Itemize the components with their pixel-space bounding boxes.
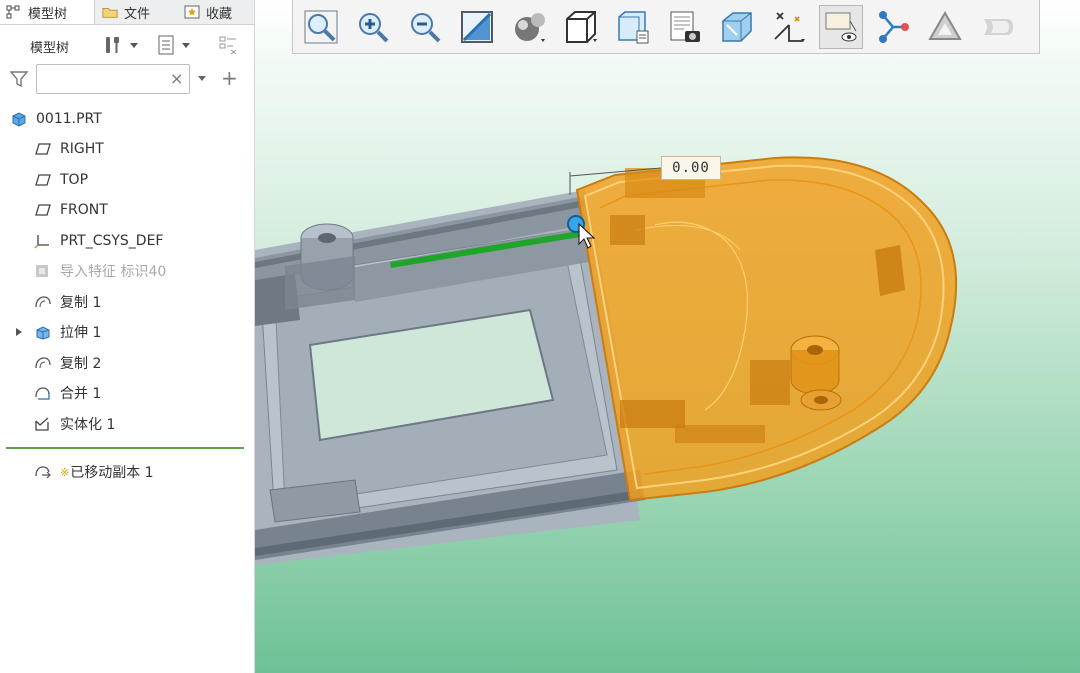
mesh-icon	[928, 10, 962, 40]
folder-icon	[102, 8, 118, 18]
tree-item-label: 复制 2	[60, 356, 102, 372]
model-tree-panel: 模型树 文件 收藏 模型树 × + 0011.PRT RIGHT TOP FRO…	[0, 0, 255, 673]
view-manager-button[interactable]	[611, 5, 655, 49]
tree-item-top[interactable]: TOP	[34, 167, 88, 193]
graphics-toolbar	[292, 0, 1040, 54]
dimension-value-label[interactable]: 0.00	[661, 156, 721, 180]
spin-center-button[interactable]	[871, 5, 915, 49]
repaint-icon	[461, 11, 493, 43]
tree-item-front[interactable]: FRONT	[34, 197, 108, 223]
copy-surface-icon	[35, 296, 51, 308]
graphics-viewport[interactable]: 0.00	[255, 0, 1080, 673]
tree-item-label: TOP	[60, 172, 89, 188]
tree-item-label: FRONT	[60, 202, 108, 218]
moved-copy-icon	[35, 466, 51, 479]
annotation-display-button[interactable]	[819, 5, 863, 49]
datum-display-button[interactable]	[767, 5, 811, 49]
merge-icon	[35, 387, 50, 400]
tree-item-label: PRT_CSYS_DEF	[60, 233, 164, 249]
zoom-out-icon	[411, 13, 441, 43]
tree-item-copy-2[interactable]: 复制 2	[34, 350, 101, 376]
tree-item-label: 拉伸 1	[60, 325, 102, 341]
solidify-icon	[35, 417, 49, 431]
show-icon	[158, 35, 174, 55]
new-item-marker: ※	[60, 465, 70, 479]
tree-filter-bar: × +	[0, 63, 254, 97]
perspective-button[interactable]	[663, 5, 707, 49]
quilt-icon	[983, 19, 1013, 35]
model-tree-icon	[6, 5, 20, 19]
tree-item-label: 合并 1	[60, 386, 102, 402]
zoom-out-button[interactable]	[403, 5, 447, 49]
tree-item-extrude-1[interactable]: 拉伸 1	[16, 319, 101, 345]
copy-surface-icon	[35, 357, 51, 369]
zoom-in-icon	[359, 13, 389, 43]
3d-model-view[interactable]	[255, 0, 1080, 673]
tree-title: 模型树	[30, 41, 70, 56]
tree-filter-settings-button[interactable]	[218, 34, 240, 56]
tree-item-csys[interactable]: PRT_CSYS_DEF	[34, 228, 163, 254]
tree-item-import-feature[interactable]: 导入特征 标识40	[34, 258, 166, 284]
perspective-icon	[670, 11, 700, 42]
datum-plane-icon	[35, 174, 51, 186]
tree-toolbar: 模型树	[0, 28, 254, 62]
tree-item-label: 实体化 1	[60, 417, 116, 433]
tree-item-moved-copy[interactable]: ※ 已移动副本 1	[34, 459, 154, 485]
panel-tabs: 模型树 文件 收藏	[0, 0, 254, 25]
tree-item-part[interactable]: 0011.PRT	[10, 106, 102, 132]
tree-item-label: 导入特征 标识40	[60, 264, 167, 280]
favorites-icon	[184, 5, 200, 19]
display-style-icon	[515, 13, 545, 42]
tree-item-label: 复制 1	[60, 295, 102, 311]
tree-item-label: 0011.PRT	[36, 111, 102, 127]
quilt-button[interactable]	[975, 5, 1019, 49]
filter-icon[interactable]	[9, 69, 29, 89]
tree-settings-button[interactable]	[102, 34, 138, 56]
csys-icon	[34, 235, 49, 249]
annotation-display-icon	[825, 12, 857, 42]
tree-item-solidify-1[interactable]: 实体化 1	[34, 411, 115, 437]
spin-center-icon	[879, 11, 909, 43]
part-icon	[12, 112, 26, 127]
tree-show-button[interactable]	[156, 34, 190, 56]
saved-orientations-button[interactable]	[559, 5, 603, 49]
repaint-button[interactable]	[455, 5, 499, 49]
datum-plane-icon	[35, 143, 51, 155]
settings-icon	[106, 37, 119, 53]
tab-favorites[interactable]: 收藏	[178, 0, 232, 24]
tab-file[interactable]: 文件	[96, 0, 150, 24]
tab-label: 模型树	[28, 6, 68, 22]
tree-search-input[interactable]	[36, 64, 190, 94]
zoom-in-button[interactable]	[351, 5, 395, 49]
zoom-fit-icon	[304, 10, 338, 44]
view-manager-icon	[618, 11, 649, 44]
tree-item-right[interactable]: RIGHT	[34, 136, 104, 162]
insert-separator	[6, 447, 244, 449]
tree-item-label: RIGHT	[60, 141, 104, 157]
display-style-button[interactable]	[507, 5, 551, 49]
filter-settings-icon	[219, 36, 237, 55]
tab-label: 文件	[124, 6, 151, 22]
section-icon	[722, 12, 752, 42]
clear-search-icon[interactable]: ×	[170, 69, 183, 88]
tree-item-copy-1[interactable]: 复制 1	[34, 289, 101, 315]
add-filter-icon[interactable]: +	[221, 66, 238, 90]
tree-item-merge-1[interactable]: 合并 1	[34, 380, 101, 406]
datum-plane-icon	[35, 204, 51, 216]
filter-dropdown-icon[interactable]	[198, 76, 206, 81]
import-feature-icon	[36, 265, 48, 277]
extrude-icon	[36, 326, 50, 340]
tree-item-label: 已移动副本 1	[70, 465, 154, 481]
tab-label: 收藏	[206, 6, 233, 22]
section-button[interactable]	[715, 5, 759, 49]
expand-arrow-icon[interactable]	[16, 328, 22, 336]
mesh-button[interactable]	[923, 5, 967, 49]
tab-model-tree[interactable]: 模型树	[0, 0, 95, 24]
zoom-fit-button[interactable]	[299, 5, 343, 49]
datum-display-icon	[774, 12, 805, 42]
saved-orientations-icon	[566, 11, 597, 43]
